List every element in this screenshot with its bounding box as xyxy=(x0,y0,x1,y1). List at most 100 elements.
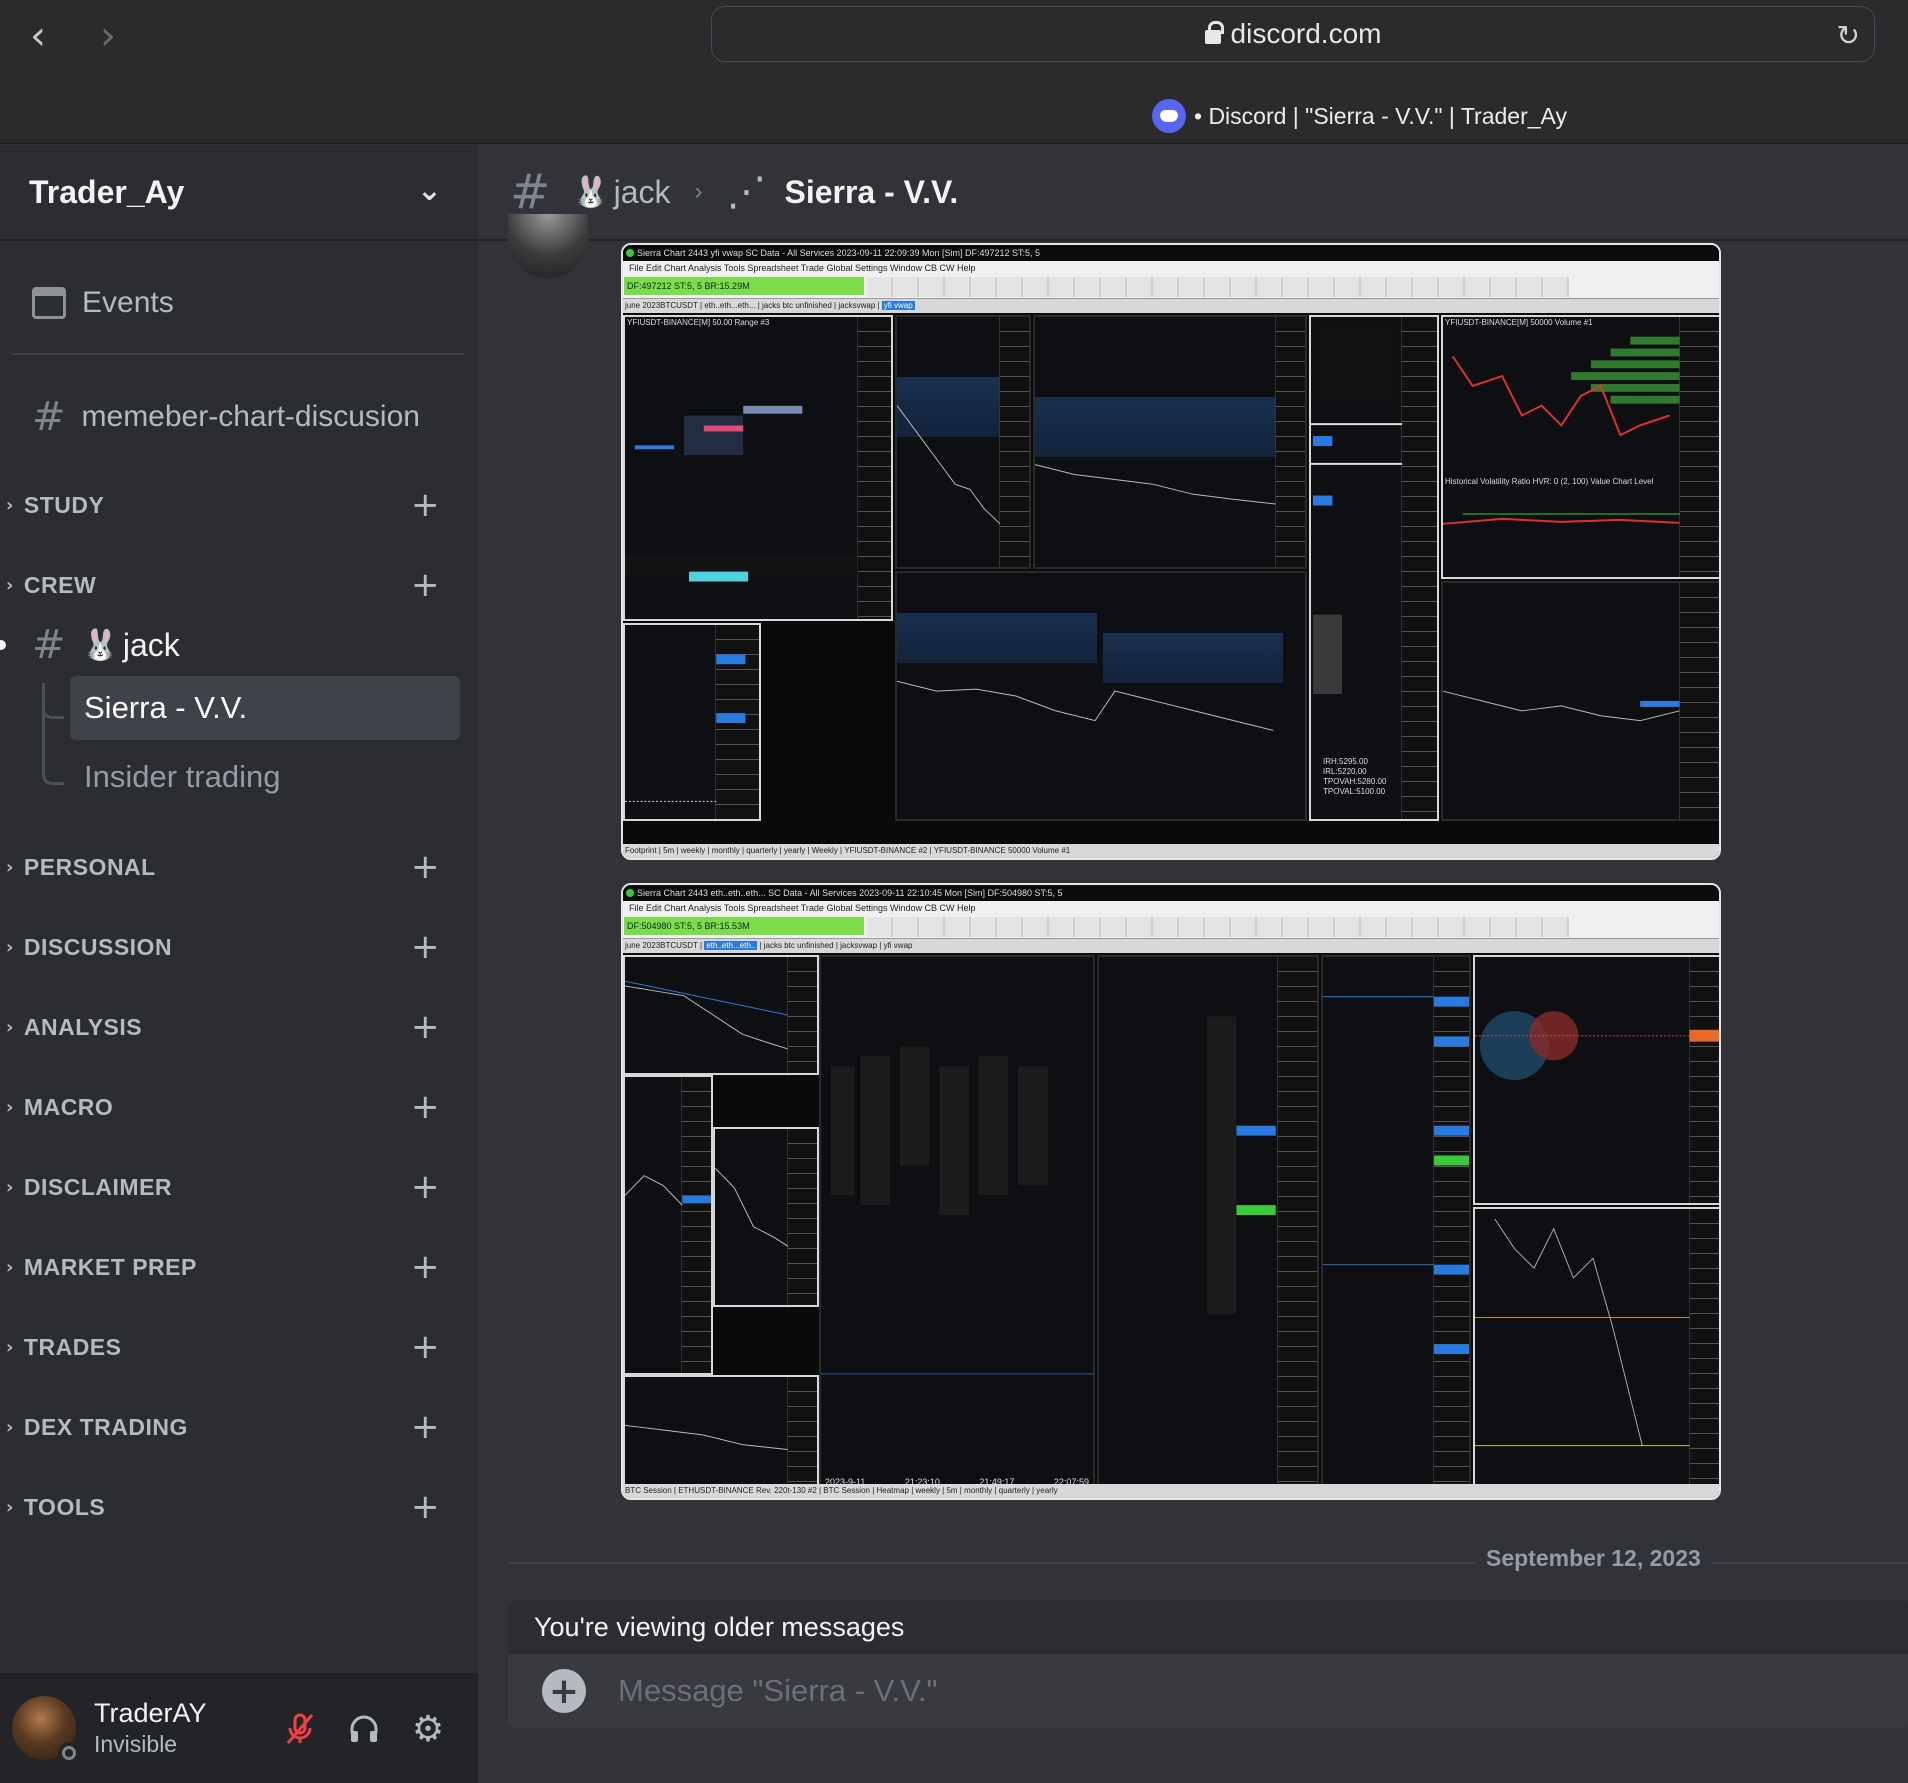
chart-pane-footprint: 2023-9-11 21:23:10 21:49:17 22:07:59 xyxy=(819,955,1095,1491)
back-icon[interactable]: ‹ xyxy=(16,13,60,59)
headphones-icon[interactable] xyxy=(342,1707,386,1751)
add-channel-icon[interactable]: + xyxy=(411,565,440,605)
menu-bar: File Edit Chart Analysis Tools Spreadshe… xyxy=(623,901,1719,915)
hash-icon: # xyxy=(32,622,66,668)
channel-sidebar: Trader_Ay ⌄ Events # memeber-chart-discu… xyxy=(0,145,478,1783)
date-divider: September 12, 2023 xyxy=(1476,1545,1711,1572)
category-analysis[interactable]: › ANALYSIS + xyxy=(0,1007,478,1047)
rabbit-emoji: 🐰 xyxy=(572,175,610,209)
add-channel-icon[interactable]: + xyxy=(411,1487,440,1527)
category-study[interactable]: › STUDY + xyxy=(0,485,478,525)
add-channel-icon[interactable]: + xyxy=(411,927,440,967)
events-label: Events xyxy=(82,286,174,319)
chevron-right-icon: › xyxy=(6,1096,14,1118)
chart-pane xyxy=(1321,955,1471,1491)
lock-icon xyxy=(1204,21,1224,44)
add-channel-icon[interactable]: + xyxy=(411,1087,440,1127)
hash-icon: # xyxy=(32,394,66,440)
chevron-right-icon: › xyxy=(6,936,14,958)
chevron-right-icon: › xyxy=(6,574,14,596)
older-messages-bar[interactable]: You're viewing older messages xyxy=(508,1600,1908,1654)
reload-icon[interactable]: ↻ xyxy=(1837,19,1860,52)
category-trades[interactable]: › TRADES + xyxy=(0,1327,478,1367)
chart-pane-volume: YFIUSDT-BINANCE[M] 50000 Volume #1 Histo… xyxy=(1441,315,1719,579)
add-channel-icon[interactable]: + xyxy=(411,485,440,525)
category-disclaimer[interactable]: › DISCLAIMER + xyxy=(0,1167,478,1207)
mic-muted-icon[interactable] xyxy=(278,1707,322,1751)
category-label: MARKET PREP xyxy=(23,1253,197,1280)
chevron-right-icon: › xyxy=(6,1176,14,1198)
category-label: STUDY xyxy=(23,491,105,518)
status-bar: DF:504980 ST:5, 5 BR:15.53M xyxy=(624,917,864,935)
toolbar-buttons xyxy=(867,917,1569,937)
divider xyxy=(12,353,464,355)
chartbook-tabs: june 2023BTCUSDT | eth..eth...eth.. | ja… xyxy=(623,939,1719,953)
screenshot-attachment-1[interactable]: Sierra Chart 2443 yfi vwap SC Data - All… xyxy=(621,243,1721,860)
gear-icon[interactable]: ⚙ xyxy=(406,1707,450,1751)
chevron-right-icon: › xyxy=(6,1416,14,1438)
hash-icon: # xyxy=(510,164,551,220)
screenshot-attachment-2[interactable]: Sierra Chart 2443 eth..eth..eth... SC Da… xyxy=(621,883,1721,1500)
thread-sierra-vv[interactable]: Sierra - V.V. xyxy=(70,676,460,740)
browser-tab[interactable]: • Discord | "Sierra - V.V." | Trader_Ay xyxy=(1152,96,1567,136)
category-label: ANALYSIS xyxy=(23,1013,143,1040)
address-bar[interactable]: discord.com ↻ xyxy=(711,6,1875,62)
message-author-avatar[interactable] xyxy=(508,214,588,278)
chart-pane xyxy=(1033,315,1307,569)
channel-header: # 🐰 jack › ⋰ Sierra - V.V. xyxy=(478,145,1908,241)
toolbar-buttons xyxy=(867,277,1569,297)
forward-icon[interactable]: › xyxy=(86,13,130,59)
tab-title: • Discord | "Sierra - V.V." | Trader_Ay xyxy=(1194,102,1567,129)
add-channel-icon[interactable]: + xyxy=(411,1247,440,1287)
category-label: MACRO xyxy=(23,1093,114,1120)
toolbar: DF:497212 ST:5, 5 BR:15.29M xyxy=(623,275,1719,299)
server-header[interactable]: Trader_Ay ⌄ xyxy=(0,145,478,241)
add-attachment-button[interactable]: + xyxy=(542,1669,586,1713)
avatar[interactable] xyxy=(12,1696,80,1764)
rabbit-emoji: 🐰 xyxy=(81,628,119,662)
category-discussion[interactable]: › DISCUSSION + xyxy=(0,927,478,967)
category-label: PERSONAL xyxy=(23,853,156,880)
chart-grid: YFIUSDT-BINANCE[M] 50.00 Range #3 IRH:52… xyxy=(623,315,1719,844)
chart-grid: 2023-9-11 21:23:10 21:49:17 22:07:59 xyxy=(623,955,1719,1495)
category-label: TOOLS xyxy=(23,1493,106,1520)
category-tools[interactable]: › TOOLS + xyxy=(0,1487,478,1527)
unread-indicator xyxy=(0,640,6,650)
category-label: DISCLAIMER xyxy=(23,1173,173,1200)
message-input[interactable] xyxy=(618,1673,1818,1709)
chart-pane xyxy=(1473,1207,1719,1491)
category-label: CREW xyxy=(23,571,97,598)
category-label: DEX TRADING xyxy=(23,1413,188,1440)
menu-bar: File Edit Chart Analysis Tools Spreadshe… xyxy=(623,261,1719,275)
ib-info: IRH:5295.00 IRL:5220.00 TPOVAH:5280.00 T… xyxy=(1323,757,1387,796)
add-channel-icon[interactable]: + xyxy=(411,847,440,887)
channel-memeber-chart-discusion[interactable]: # memeber-chart-discusion xyxy=(0,385,478,449)
add-channel-icon[interactable]: + xyxy=(411,1327,440,1367)
chevron-right-icon: › xyxy=(6,494,14,516)
message-composer: + xyxy=(508,1654,1908,1728)
category-macro[interactable]: › MACRO + xyxy=(0,1087,478,1127)
chart-footer: BTC Session | ETHUSDT-BINANCE Rev. 220t-… xyxy=(623,1484,1719,1498)
category-dex-trading[interactable]: › DEX TRADING + xyxy=(0,1407,478,1447)
channel-jack[interactable]: # 🐰 jack xyxy=(0,615,478,675)
username: TraderAY xyxy=(94,1698,207,1728)
add-channel-icon[interactable]: + xyxy=(411,1407,440,1447)
parent-channel-link[interactable]: 🐰 jack xyxy=(572,174,670,211)
add-channel-icon[interactable]: + xyxy=(411,1007,440,1047)
thread-insider-trading[interactable]: Insider trading xyxy=(70,745,460,809)
category-market-prep[interactable]: › MARKET PREP + xyxy=(0,1247,478,1287)
user-info[interactable]: TraderAY Invisible xyxy=(94,1698,207,1758)
add-channel-icon[interactable]: + xyxy=(411,1167,440,1207)
page-title: Sierra - V.V. xyxy=(784,173,959,210)
thread-icon: ⋰ xyxy=(726,169,767,215)
channel-label: jack xyxy=(122,626,180,663)
category-crew[interactable]: › CREW + xyxy=(0,565,478,605)
chart-pane-footprint: YFIUSDT-BINANCE[M] 50.00 Range #3 xyxy=(623,315,893,621)
category-personal[interactable]: › PERSONAL + xyxy=(0,847,478,887)
category-label: DISCUSSION xyxy=(23,933,173,960)
chevron-right-icon: › xyxy=(6,1496,14,1518)
chart-pane-dom xyxy=(1097,955,1319,1491)
chart-pane xyxy=(1441,581,1719,821)
window-titlebar: Sierra Chart 2443 eth..eth..eth... SC Da… xyxy=(623,885,1719,901)
events-item[interactable]: Events xyxy=(0,275,478,331)
